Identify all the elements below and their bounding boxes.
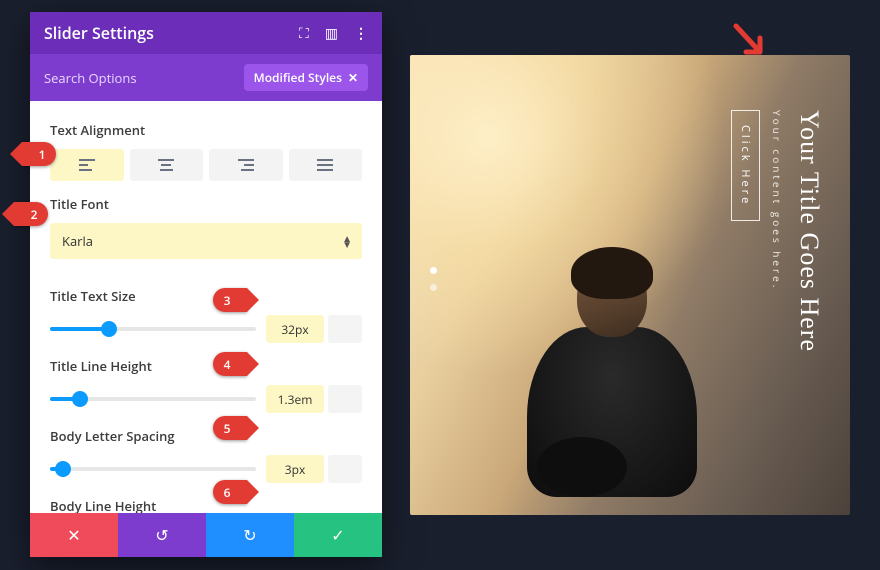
body-letter-spacing-slider[interactable] bbox=[50, 457, 262, 481]
body-letter-spacing-unit[interactable] bbox=[328, 455, 362, 483]
title-line-height-row: 1.3em bbox=[50, 385, 362, 413]
annotation-marker-6: 6 bbox=[213, 480, 247, 504]
save-button[interactable]: ✓ bbox=[294, 513, 382, 557]
annotation-marker-3: 3 bbox=[213, 288, 247, 312]
panel-body: Text Alignment Title Font Karla ▲▼ Title… bbox=[30, 101, 382, 513]
label-body-line-height: Body Line Height bbox=[50, 497, 362, 513]
columns-icon[interactable]: ▥ bbox=[325, 24, 338, 43]
undo-button[interactable]: ↺ bbox=[118, 513, 206, 557]
align-justify-icon bbox=[317, 159, 333, 171]
align-right-button[interactable] bbox=[209, 149, 283, 181]
annotation-marker-5: 5 bbox=[213, 416, 247, 440]
annotation-marker-2: 2 bbox=[14, 202, 48, 226]
title-text-size-unit[interactable] bbox=[328, 315, 362, 343]
align-center-icon bbox=[158, 159, 174, 171]
slide-title: Your Title Goes Here bbox=[794, 110, 824, 475]
label-text-alignment: Text Alignment bbox=[50, 121, 362, 139]
label-body-letter-spacing: Body Letter Spacing bbox=[50, 427, 362, 445]
title-font-value: Karla bbox=[62, 232, 93, 250]
slide-cta-button[interactable]: Click Here bbox=[731, 110, 760, 221]
align-justify-button[interactable] bbox=[289, 149, 363, 181]
label-title-line-height: Title Line Height bbox=[50, 357, 362, 375]
body-letter-spacing-row: 3px bbox=[50, 455, 362, 483]
label-title-font: Title Font bbox=[50, 195, 362, 213]
align-left-icon bbox=[79, 159, 95, 171]
title-text-size-row: 32px bbox=[50, 315, 362, 343]
align-center-button[interactable] bbox=[130, 149, 204, 181]
title-line-height-unit[interactable] bbox=[328, 385, 362, 413]
panel-title: Slider Settings bbox=[44, 22, 154, 44]
annotation-arrow-icon bbox=[730, 22, 770, 62]
person-image bbox=[517, 257, 707, 487]
cancel-button[interactable]: ✕ bbox=[30, 513, 118, 557]
title-font-select[interactable]: Karla ▲▼ bbox=[50, 223, 362, 259]
text-alignment-group bbox=[50, 149, 362, 181]
align-left-button[interactable] bbox=[50, 149, 124, 181]
annotation-marker-1: 1 bbox=[22, 142, 56, 166]
filter-pill-modified-styles[interactable]: Modified Styles ✕ bbox=[244, 64, 368, 91]
search-placeholder[interactable]: Search Options bbox=[44, 69, 137, 87]
slide-dot-2[interactable] bbox=[430, 284, 437, 291]
title-line-height-value[interactable]: 1.3em bbox=[266, 385, 324, 413]
panel-header: Slider Settings ⛶ ▥ ⋮ bbox=[30, 12, 382, 54]
redo-button[interactable]: ↻ bbox=[206, 513, 294, 557]
slide-nav-dots[interactable] bbox=[430, 267, 437, 291]
body-letter-spacing-value[interactable]: 3px bbox=[266, 455, 324, 483]
settings-panel: Slider Settings ⛶ ▥ ⋮ Search Options Mod… bbox=[30, 12, 382, 557]
slide-content: Click Here Your content goes here. Your … bbox=[731, 110, 824, 475]
filter-bar: Search Options Modified Styles ✕ bbox=[30, 54, 382, 101]
chevron-updown-icon: ▲▼ bbox=[342, 235, 352, 247]
close-icon[interactable]: ✕ bbox=[348, 69, 358, 86]
align-right-icon bbox=[238, 159, 254, 171]
annotation-marker-4: 4 bbox=[213, 352, 247, 376]
label-title-text-size: Title Text Size bbox=[50, 287, 362, 305]
slider-preview: Click Here Your content goes here. Your … bbox=[410, 55, 850, 515]
header-controls: ⛶ ▥ ⋮ bbox=[299, 24, 368, 43]
filter-pill-label: Modified Styles bbox=[254, 69, 342, 86]
title-text-size-value[interactable]: 32px bbox=[266, 315, 324, 343]
title-text-size-slider[interactable] bbox=[50, 317, 262, 341]
panel-footer: ✕ ↺ ↻ ✓ bbox=[30, 513, 382, 557]
more-icon[interactable]: ⋮ bbox=[354, 24, 368, 43]
slide-body-text: Your content goes here. bbox=[770, 110, 784, 475]
expand-icon[interactable]: ⛶ bbox=[299, 24, 309, 43]
slide-dot-1[interactable] bbox=[430, 267, 437, 274]
title-line-height-slider[interactable] bbox=[50, 387, 262, 411]
